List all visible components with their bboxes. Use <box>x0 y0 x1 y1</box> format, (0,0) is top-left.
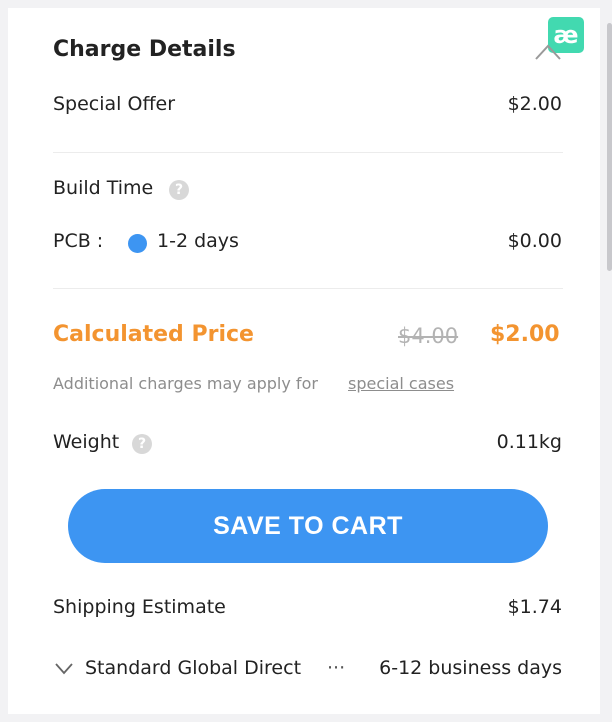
pcb-option-label[interactable]: 1-2 days <box>157 230 239 252</box>
shipping-estimate-label: Shipping Estimate <box>53 596 226 618</box>
additional-charges-note: Additional charges may apply for <box>53 374 318 393</box>
pcb-label: PCB : <box>53 230 104 252</box>
save-to-cart-button[interactable]: SAVE TO CART <box>68 489 548 563</box>
shipping-method-select[interactable]: Standard Global Direct <box>85 657 301 679</box>
pcb-value: $0.00 <box>507 230 562 252</box>
more-icon[interactable]: ··· <box>327 657 345 679</box>
special-offer-value: $2.00 <box>507 93 562 115</box>
calculated-price-label: Calculated Price <box>53 322 254 347</box>
discounted-price: $2.00 <box>490 322 560 347</box>
chevron-up-icon[interactable] <box>534 40 562 62</box>
build-time-label: Build Time <box>53 177 154 199</box>
pcb-option-radio[interactable] <box>128 234 147 253</box>
special-offer-label: Special Offer <box>53 93 176 115</box>
weight-label: Weight <box>53 431 120 453</box>
divider <box>53 152 563 153</box>
help-icon[interactable]: ? <box>169 180 189 200</box>
panel-title: Charge Details <box>53 37 236 62</box>
scrollbar-thumb[interactable] <box>607 23 612 271</box>
help-icon[interactable]: ? <box>132 434 152 454</box>
divider <box>53 288 563 289</box>
special-cases-link[interactable]: special cases <box>348 374 454 393</box>
shipping-time: 6-12 business days <box>379 657 562 679</box>
weight-value: 0.11kg <box>496 431 562 453</box>
shipping-estimate-value: $1.74 <box>507 596 562 618</box>
original-price: $4.00 <box>398 324 459 348</box>
chevron-down-icon[interactable] <box>54 661 74 677</box>
